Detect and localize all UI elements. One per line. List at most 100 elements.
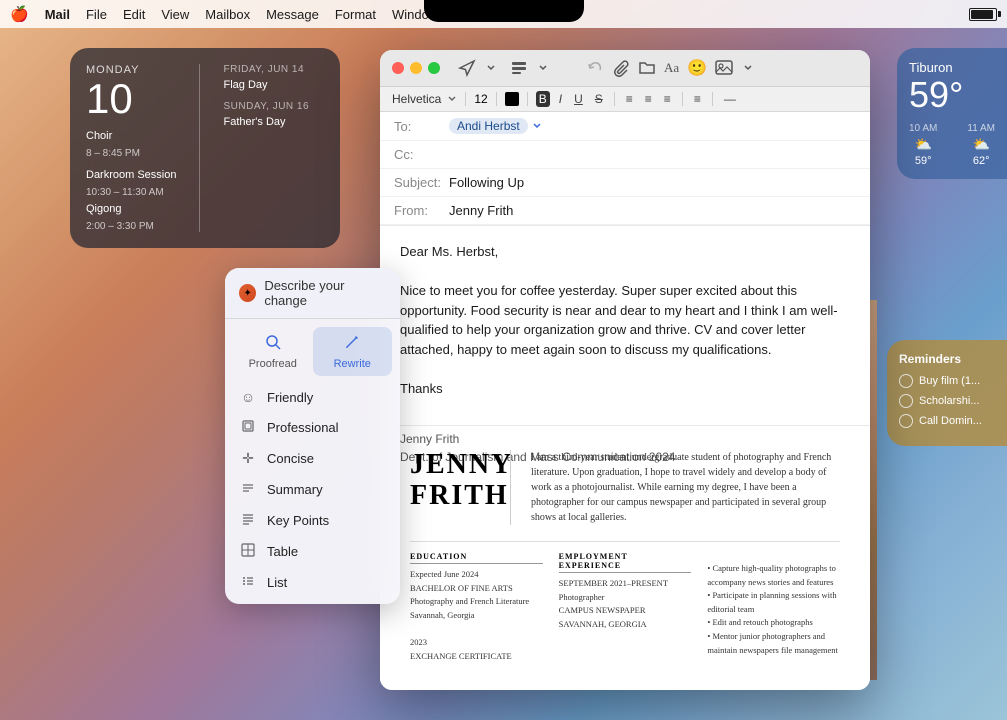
menubar-format[interactable]: Format <box>335 7 376 22</box>
to-label: To: <box>394 119 449 134</box>
weather-hour-2-icon: ⛅ <box>967 136 995 153</box>
format-bar: Helvetica 12 B I U S ≡ ≡ ≡ ≡ — <box>380 87 870 112</box>
writing-tools-title: Describe your change <box>264 278 386 308</box>
concise-icon: ✛ <box>239 450 257 467</box>
from-value: Jenny Frith <box>449 203 856 218</box>
wt-list[interactable]: List <box>225 567 400 598</box>
underline-button[interactable]: U <box>571 91 586 107</box>
rewrite-tab[interactable]: Rewrite <box>313 327 393 376</box>
mail-toolbar-icons: Aa 🙂 <box>458 58 753 78</box>
emoji-icon[interactable]: 🙂 <box>687 58 707 78</box>
wt-table[interactable]: Table <box>225 536 400 567</box>
rewrite-label: Rewrite <box>334 358 371 370</box>
battery-fill <box>971 10 993 19</box>
list-button[interactable]: ≡ <box>691 91 704 107</box>
send-icon[interactable] <box>458 59 476 77</box>
calendar-event-2-title: Qigong <box>86 203 187 215</box>
resume-duty-3: • Edit and retouch photographs <box>707 616 840 630</box>
close-button[interactable] <box>392 62 404 74</box>
from-field-row: From: Jenny Frith <box>380 197 870 225</box>
resume-duties: • Capture high-quality photographs to ac… <box>707 552 840 663</box>
align-left-button[interactable]: ≡ <box>623 91 636 107</box>
writing-tools-sparkle-icon: ✦ <box>239 284 256 302</box>
wt-professional[interactable]: Professional <box>225 412 400 443</box>
undo-icon[interactable] <box>586 59 604 77</box>
mail-body-text: Nice to meet you for coffee yesterday. S… <box>400 281 850 359</box>
reminders-title: Reminders <box>899 352 995 366</box>
summary-label: Summary <box>267 482 323 497</box>
reminder-item-1: Buy film (1... <box>899 374 995 388</box>
subject-value[interactable]: Following Up <box>449 175 856 190</box>
wt-summary[interactable]: Summary <box>225 474 400 505</box>
strikethrough-button[interactable]: S <box>592 91 606 107</box>
to-field-row: To: Andi Herbst <box>380 112 870 141</box>
to-recipient-chip[interactable]: Andi Herbst <box>449 118 528 134</box>
calendar-right-date-2: Sunday, Jun 16 <box>224 101 325 112</box>
list-label: List <box>267 575 287 590</box>
reminder-circle-3 <box>899 414 913 428</box>
writing-tools-items: ☺ Friendly Professional ✛ Concise <box>225 376 400 604</box>
traffic-lights <box>392 62 440 74</box>
layout-chevron-icon <box>536 61 550 75</box>
attachment-icon[interactable] <box>612 59 630 77</box>
apple-logo-icon[interactable]: 🍎 <box>10 5 29 23</box>
mail-body[interactable]: Dear Ms. Herbst, Nice to meet you for co… <box>380 226 870 426</box>
format-sep-1 <box>465 92 466 106</box>
more-format-button[interactable]: — <box>721 91 739 107</box>
menubar-view[interactable]: View <box>161 7 189 22</box>
wt-key-points[interactable]: Key Points <box>225 505 400 536</box>
bold-button[interactable]: B <box>536 91 550 107</box>
calendar-day: Monday <box>86 64 187 76</box>
proofread-icon <box>264 333 282 356</box>
menubar-mail[interactable]: Mail <box>45 7 70 22</box>
resume-name-2: FRITH <box>410 481 490 512</box>
proofread-tab[interactable]: Proofread <box>233 327 313 376</box>
reminder-text-3: Call Domin... <box>919 415 982 427</box>
weather-hour-1-time: 10 AM <box>909 123 937 134</box>
minimize-button[interactable] <box>410 62 422 74</box>
professional-label: Professional <box>267 420 339 435</box>
menubar-right <box>969 8 997 21</box>
align-right-button[interactable]: ≡ <box>661 91 674 107</box>
reminder-text-2: Scholarshi... <box>919 395 980 407</box>
align-center-button[interactable]: ≡ <box>642 91 655 107</box>
font-size[interactable]: 12 <box>474 92 487 106</box>
wt-friendly[interactable]: ☺ Friendly <box>225 382 400 412</box>
resume-duty-2: • Participate in planning sessions with … <box>707 589 840 616</box>
mail-thanks: Thanks <box>400 379 850 399</box>
menubar-mailbox[interactable]: Mailbox <box>205 7 250 22</box>
format-sep-6 <box>712 92 713 106</box>
concise-label: Concise <box>267 451 314 466</box>
professional-icon <box>239 419 257 436</box>
writing-tools-tabs: Proofread Rewrite <box>225 319 400 376</box>
calendar-fathers-day: Father's Day <box>224 116 325 128</box>
calendar-flag-day: Flag Day <box>224 79 325 91</box>
maximize-button[interactable] <box>428 62 440 74</box>
menubar-edit[interactable]: Edit <box>123 7 145 22</box>
weather-hour-1: 10 AM ⛅ 59° <box>909 123 937 167</box>
font-select[interactable]: Helvetica <box>392 92 441 106</box>
menubar-file[interactable]: File <box>86 7 107 22</box>
cc-label: Cc: <box>394 147 449 162</box>
photo-icon[interactable] <box>715 59 735 77</box>
folder-icon[interactable] <box>638 59 656 77</box>
menubar-message[interactable]: Message <box>266 7 319 22</box>
proofread-label: Proofread <box>249 358 297 370</box>
key-points-label: Key Points <box>267 513 329 528</box>
wt-concise[interactable]: ✛ Concise <box>225 443 400 474</box>
send-chevron-icon <box>484 61 498 75</box>
format-sep-2 <box>496 92 497 106</box>
font-format-icon[interactable]: Aa <box>664 60 679 76</box>
font-chevron-icon <box>447 94 457 104</box>
mail-compose-window: Aa 🙂 Helvetica 12 B I U S ≡ <box>380 50 870 690</box>
mail-titlebar: Aa 🙂 <box>380 50 870 87</box>
friendly-icon: ☺ <box>239 389 257 405</box>
calendar-event-1-time: 10:30 – 11:30 AM <box>86 187 187 198</box>
color-swatch[interactable] <box>505 92 519 106</box>
cc-field-row[interactable]: Cc: <box>380 141 870 169</box>
layout-icon[interactable] <box>510 59 528 77</box>
italic-button[interactable]: I <box>556 91 565 107</box>
format-sep-5 <box>682 92 683 106</box>
reminder-text-1: Buy film (1... <box>919 375 980 387</box>
resume-emp-title: EMPLOYMENT EXPERIENCE <box>559 552 692 573</box>
